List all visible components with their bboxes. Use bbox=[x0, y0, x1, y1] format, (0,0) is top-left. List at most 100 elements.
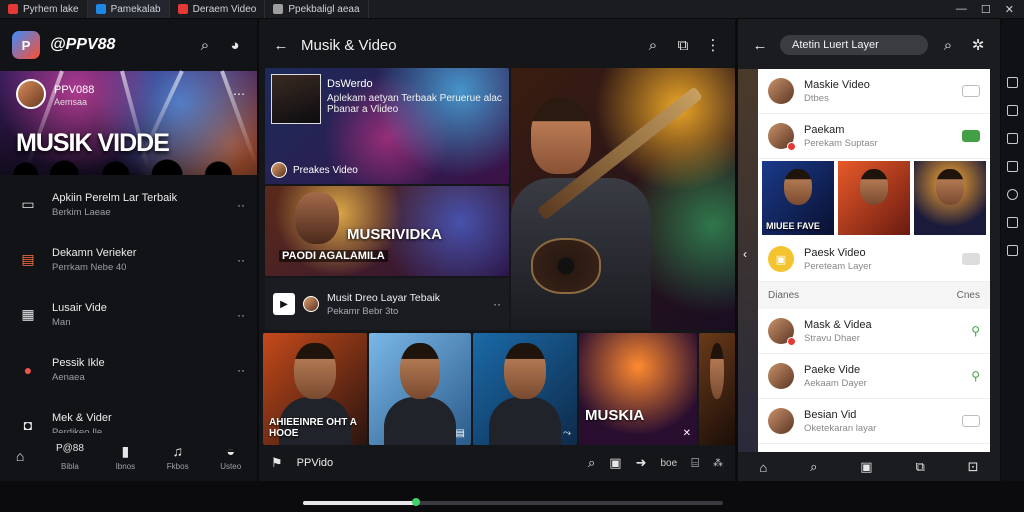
avatar bbox=[768, 363, 794, 389]
result-row-1[interactable]: Maskie Video Dtbes bbox=[758, 69, 990, 114]
progress-bar[interactable] bbox=[303, 498, 723, 506]
music-icon: ♫ bbox=[172, 443, 183, 459]
shorts-icon[interactable]: ▣ bbox=[860, 459, 872, 475]
more-icon[interactable]: ·· bbox=[237, 198, 245, 212]
row-title: Musit Dreo Layar Tebaik bbox=[327, 291, 441, 304]
result-title: Besian Vid bbox=[804, 408, 857, 421]
tab-2[interactable]: Pamekalab bbox=[87, 0, 170, 18]
back-arrow-icon[interactable]: ← bbox=[271, 35, 291, 55]
share-icon[interactable]: ⤳ bbox=[563, 428, 571, 439]
menu-item-2[interactable]: ▤ Dekamn Verieker Perrkam Nebe 40 ·· bbox=[0, 232, 257, 287]
search-icon[interactable]: ⌕ bbox=[810, 459, 817, 475]
thumb-3[interactable] bbox=[914, 161, 986, 235]
flag-icon[interactable]: ⚑ bbox=[271, 455, 283, 471]
more-icon[interactable]: ·· bbox=[237, 363, 245, 377]
close-icon[interactable]: ✕ bbox=[683, 428, 691, 439]
thumb-1[interactable]: MIUEE FAVE bbox=[762, 161, 834, 235]
menu-item-title: Pessik Ikle bbox=[52, 356, 105, 369]
result-title: Paesk Video bbox=[804, 246, 866, 259]
chevron-left-icon[interactable]: ‹ bbox=[743, 247, 747, 261]
tab-3[interactable]: Deraem Video bbox=[170, 0, 266, 18]
link-icon[interactable]: ⚲ bbox=[971, 324, 980, 338]
close-button[interactable]: ✕ bbox=[1005, 3, 1014, 16]
search-icon[interactable]: ⌕ bbox=[588, 455, 595, 471]
action-icon[interactable] bbox=[962, 415, 980, 427]
nav-label: Ibnos bbox=[115, 462, 136, 471]
nav-music[interactable]: ♫ Fkbos bbox=[167, 443, 189, 471]
menu-item-1[interactable]: ▭ Apkiin Perelm Lar Terbaik Berkim Laeae … bbox=[0, 177, 257, 232]
back-arrow-icon[interactable]: ← bbox=[750, 35, 770, 55]
second-video-card[interactable]: MUSRIVIDKA PAODI AGALAMILA bbox=[265, 186, 509, 276]
folder-icon[interactable]: ⌸ bbox=[691, 455, 699, 471]
more-icon[interactable]: ·· bbox=[237, 253, 245, 267]
bottom-bar bbox=[0, 482, 1024, 512]
result-row-4[interactable]: Mask & Videa Stravu Dhaer ⚲ bbox=[758, 309, 990, 354]
featured-video-card[interactable]: DsWerdo Aplekam aetyan Terbaak Peruerue … bbox=[265, 68, 509, 184]
thumb-card-5[interactable] bbox=[699, 333, 735, 445]
screenshot-icon[interactable] bbox=[1007, 245, 1018, 256]
profile-icon[interactable]: ◕ bbox=[225, 35, 245, 55]
more-icon[interactable]: ·· bbox=[237, 308, 245, 322]
phone-icon[interactable] bbox=[1007, 161, 1018, 172]
circle-icon[interactable] bbox=[1007, 189, 1018, 200]
settings-icon[interactable]: ⁂ bbox=[713, 458, 723, 469]
link-icon[interactable]: ⚲ bbox=[971, 369, 980, 383]
nav-profile[interactable]: ◒ Usteo bbox=[220, 443, 241, 471]
result-row-6[interactable]: Besian Vid Oketekaran layar bbox=[758, 399, 990, 444]
thumb-card-4[interactable]: MUSKIA ✕ bbox=[579, 333, 697, 445]
square-icon[interactable] bbox=[1007, 217, 1018, 228]
cast-icon[interactable]: ⧉ bbox=[673, 35, 693, 55]
thumb-card-3[interactable]: ⤳ bbox=[473, 333, 577, 445]
nav-home[interactable]: ⌂ bbox=[16, 448, 24, 467]
app-logo[interactable]: P bbox=[12, 31, 40, 59]
more-icon[interactable]: ·· bbox=[493, 297, 501, 311]
maximize-button[interactable]: ☐ bbox=[981, 3, 991, 16]
nav-ppv[interactable]: P@88 Bibla bbox=[56, 443, 84, 471]
search-icon[interactable]: ⌕ bbox=[643, 35, 663, 55]
more-icon[interactable]: ⋯ bbox=[233, 87, 245, 101]
window-icon[interactable] bbox=[1007, 77, 1018, 88]
tablet-icon[interactable] bbox=[1007, 133, 1018, 144]
minimize-button[interactable]: — bbox=[956, 3, 967, 16]
copy-icon[interactable] bbox=[1007, 105, 1018, 116]
play-icon[interactable]: ▶ bbox=[273, 293, 295, 315]
nav-shorts[interactable]: ▮ Ibnos bbox=[116, 443, 136, 471]
thumb-card-1[interactable]: AHIEEINRE OHT A HOOE bbox=[263, 333, 367, 445]
menu-item-4[interactable]: ● Pessik Ikle Aenaea ·· bbox=[0, 342, 257, 397]
center-panel: ← Musik & Video ⌕ ⧉ ⋮ DsWerdo Aplekam ae… bbox=[259, 19, 735, 481]
thumb-2[interactable] bbox=[838, 161, 910, 235]
home-icon[interactable]: ⌂ bbox=[759, 460, 767, 475]
stop-icon[interactable]: ▣ bbox=[609, 455, 621, 471]
tab-4[interactable]: Ppekbaligl aeaa bbox=[265, 0, 369, 18]
result-row-2[interactable]: Paekam Perekam Suptasr bbox=[758, 114, 990, 159]
toggle-icon[interactable] bbox=[962, 130, 980, 142]
loading-icon[interactable]: ✲ bbox=[968, 35, 988, 55]
section-action[interactable]: Cnes bbox=[957, 290, 980, 301]
action-icon[interactable] bbox=[962, 253, 980, 265]
thumb-card-2[interactable]: ▤ bbox=[369, 333, 471, 445]
result-row-5[interactable]: Paeke Vide Aekaam Dayer ⚲ bbox=[758, 354, 990, 399]
search-icon[interactable]: ⌕ bbox=[938, 35, 958, 55]
search-input[interactable]: Atetin Luert Layer bbox=[780, 35, 928, 55]
card-subtitle: PAODI AGALAMILA bbox=[279, 250, 388, 262]
tab-4-favicon bbox=[273, 4, 284, 14]
menu-icon[interactable]: ▤ bbox=[456, 428, 465, 439]
monitor-icon: ▭ bbox=[21, 196, 35, 212]
featured-grid: DsWerdo Aplekam aetyan Terbaak Peruerue … bbox=[259, 68, 735, 330]
forward-icon[interactable]: ➜ bbox=[636, 455, 647, 471]
video-row[interactable]: ▶ Musit Dreo Layar Tebaik Pekamr Bebr 3to… bbox=[265, 278, 509, 330]
action-icon[interactable] bbox=[962, 85, 980, 97]
progress-handle[interactable] bbox=[412, 498, 421, 506]
result-row-3[interactable]: ▣ Paesk Video Pereteam Layer bbox=[758, 237, 990, 282]
channel-avatar[interactable] bbox=[16, 79, 46, 109]
menu-item-3[interactable]: ▦ Lusair Vide Man ·· bbox=[0, 287, 257, 342]
menu-item-title: Mek & Vider bbox=[52, 411, 112, 424]
kebab-menu-icon[interactable]: ⋮ bbox=[703, 35, 723, 55]
search-icon[interactable]: ⌕ bbox=[195, 35, 215, 55]
tab-1[interactable]: Pyrhem lake bbox=[0, 0, 88, 18]
hero-banner[interactable]: PPV088 Aemsaa ⋯ MUSIK VIDDE bbox=[0, 70, 257, 175]
right-header: ← Atetin Luert Layer ⌕ ✲ bbox=[738, 19, 1000, 71]
library-icon[interactable]: ⧉ bbox=[915, 459, 924, 475]
screen-icon[interactable]: ⊡ bbox=[968, 459, 979, 475]
guitarist-hero-image[interactable] bbox=[511, 68, 735, 330]
